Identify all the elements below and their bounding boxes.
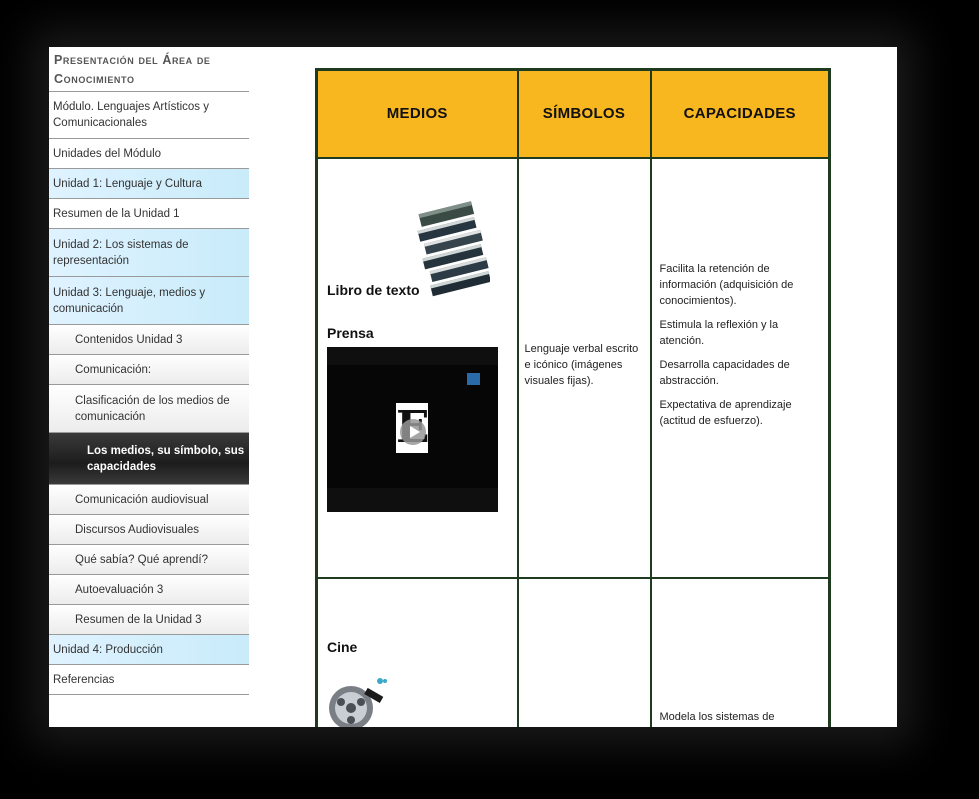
capacidades-list: Facilita la retención de información (ad… <box>660 261 822 437</box>
sidebar-item-label: Clasificación de los medios de comunicac… <box>75 394 230 423</box>
sidebar-item-label: Referencias <box>53 673 115 686</box>
play-icon[interactable] <box>400 418 426 445</box>
sidebar-item-label: Autoevaluación 3 <box>75 583 164 596</box>
sidebar-item-label: Los medios, su símbolo, sus capacidades <box>87 444 245 473</box>
header-simbolos: SÍMBOLOS <box>516 68 652 159</box>
medio-cine: Cine <box>327 638 358 655</box>
sidebar-item-resumen-1[interactable]: Resumen de la Unidad 1 <box>49 199 249 229</box>
sidebar-item-label: Unidad 2: Los sistemas de representación <box>53 238 189 267</box>
sidebar-item-unidad-1[interactable]: Unidad 1: Lenguaje y Cultura <box>49 169 249 199</box>
capacidades-cell: Facilita la retención de información (ad… <box>649 156 831 579</box>
sidebar-item-label: Unidad 4: Producción <box>53 643 163 656</box>
sidebar-item-audiovisual[interactable]: Comunicación audiovisual <box>49 485 249 515</box>
medio-libro-de-texto: Libro de texto <box>327 281 420 298</box>
sidebar-item-label: Módulo. Lenguajes Artísticos y Comunicac… <box>53 101 209 129</box>
sidebar-item-unidad-4[interactable]: Unidad 4: Producción <box>49 635 249 665</box>
sidebar-item-label: Contenidos Unidad 3 <box>75 333 183 346</box>
sidebar-item-medios-active[interactable]: Los medios, su símbolo, sus capacidades <box>49 433 249 485</box>
sidebar-item-autoevaluacion[interactable]: Autoevaluación 3 <box>49 575 249 605</box>
sidebar-item-label: Resumen de la Unidad 3 <box>75 613 202 626</box>
simbolos-text: Lenguaje verbal escrito e icónico (imáge… <box>524 342 639 387</box>
page: Presentación del Área de Conocimiento Mó… <box>49 47 897 727</box>
sidebar-item-label: Unidades del Módulo <box>53 147 162 160</box>
sidebar-item-discursos[interactable]: Discursos Audiovisuales <box>49 515 249 545</box>
capacidad-item: Facilita la retención de información (ad… <box>659 262 794 307</box>
capacidades-cell: Modela los sistemas de <box>649 576 831 727</box>
capacidad-item: Modela los sistemas de <box>659 710 775 723</box>
video-top-bar <box>327 346 498 365</box>
video-player[interactable]: E <box>327 346 498 512</box>
sidebar-item-label: Unidad 1: Lenguaje y Cultura <box>53 177 202 190</box>
header-medios: MEDIOS <box>315 68 519 159</box>
sidebar-item-label: Resumen de la Unidad 1 <box>53 207 180 220</box>
sidebar-item-resumen-3[interactable]: Resumen de la Unidad 3 <box>49 605 249 635</box>
channel-logo-icon <box>467 372 480 385</box>
capacidad-item: Estimula la reflexión y la atención. <box>659 318 779 347</box>
capacidad-item: Expectativa de aprendizaje (actitud de e… <box>659 398 792 427</box>
sidebar-item-label: Comunicación: <box>75 363 152 376</box>
header-capacidades: CAPACIDADES <box>649 68 831 159</box>
sidebar-item-unidades[interactable]: Unidades del Módulo <box>49 139 249 169</box>
sidebar-item-referencias[interactable]: Referencias <box>49 665 249 695</box>
simbolos-cell <box>516 576 652 727</box>
table-row: Cine Modela los sistemas de <box>315 576 831 727</box>
books-icon <box>417 200 490 296</box>
video-bottom-bar <box>327 487 498 512</box>
sidebar-item-unidad-2[interactable]: Unidad 2: Los sistemas de representación <box>49 229 249 277</box>
sidebar-item-label: Discursos Audiovisuales <box>75 523 200 536</box>
medios-cell: Libro de texto Prensa E <box>315 156 519 579</box>
sidebar-item-comunicacion[interactable]: Comunicación: <box>49 355 249 385</box>
sidebar-item-contenidos-3[interactable]: Contenidos Unidad 3 <box>49 325 249 355</box>
table-row: Libro de texto Prensa E Lenguaje verbal … <box>315 156 831 579</box>
media-table: MEDIOS SÍMBOLOS CAPACIDADES Libro de tex… <box>315 68 831 727</box>
sidebar-item-label: Unidad 3: Lenguaje, medios y comunicació… <box>53 286 206 315</box>
capacidad-item: Desarrolla capacidades de abstracción. <box>659 358 790 387</box>
sidebar-item-unidad-3[interactable]: Unidad 3: Lenguaje, medios y comunicació… <box>49 277 249 325</box>
medios-cell: Cine <box>315 576 519 727</box>
simbolos-cell: Lenguaje verbal escrito e icónico (imáge… <box>516 156 652 579</box>
sidebar-item-label: Qué sabía? Qué aprendí? <box>75 553 208 566</box>
film-reel-icon <box>329 677 387 727</box>
sidebar-item-label: Comunicación audiovisual <box>75 493 209 506</box>
sidebar-item-clasificacion[interactable]: Clasificación de los medios de comunicac… <box>49 385 249 433</box>
sidebar-item-que-sabia[interactable]: Qué sabía? Qué aprendí? <box>49 545 249 575</box>
sidebar-title[interactable]: Presentación del Área de Conocimiento <box>49 47 249 92</box>
sidebar: Presentación del Área de Conocimiento Mó… <box>49 47 249 727</box>
table-header-row: MEDIOS SÍMBOLOS CAPACIDADES <box>315 68 831 159</box>
sidebar-item-modulo[interactable]: Módulo. Lenguajes Artísticos y Comunicac… <box>49 92 249 139</box>
medio-prensa: Prensa <box>327 324 374 341</box>
